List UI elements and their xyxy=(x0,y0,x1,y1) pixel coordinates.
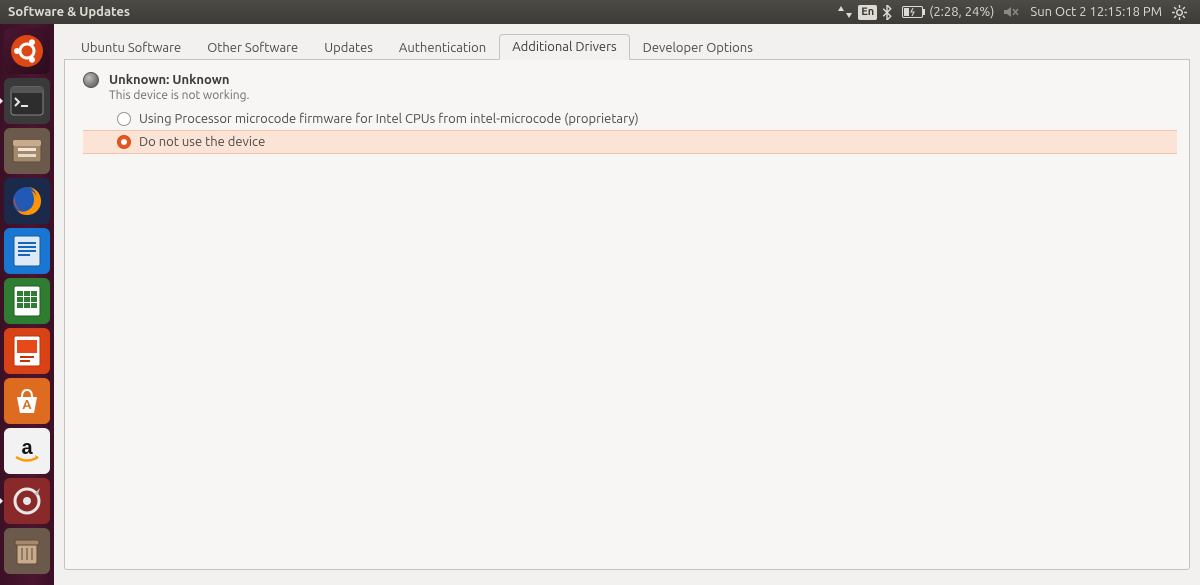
battery-text: (2:28, 24%) xyxy=(929,5,994,19)
impress-icon xyxy=(12,334,42,368)
keyboard-indicator[interactable]: En xyxy=(858,5,877,20)
launcher-software[interactable]: A xyxy=(4,378,50,424)
launcher-firefox[interactable] xyxy=(4,178,50,224)
network-indicator[interactable] xyxy=(832,5,858,19)
device-entry: Unknown: Unknown This device is not work… xyxy=(65,72,1189,160)
launcher-settings[interactable] xyxy=(4,478,50,524)
driver-option-microcode[interactable]: Using Processor microcode firmware for I… xyxy=(83,108,1177,130)
launcher-files[interactable] xyxy=(4,128,50,174)
launcher-amazon[interactable]: a xyxy=(4,428,50,474)
software-icon: A xyxy=(11,385,43,417)
network-icon xyxy=(837,5,853,19)
launcher-trash[interactable] xyxy=(4,528,50,574)
device-title: Unknown: Unknown xyxy=(109,73,229,87)
launcher-terminal[interactable] xyxy=(4,78,50,124)
svg-text:a: a xyxy=(21,437,33,459)
driver-options: Using Processor microcode firmware for I… xyxy=(83,108,1177,154)
session-indicator[interactable] xyxy=(1167,5,1192,20)
driver-option-do-not-use[interactable]: Do not use the device xyxy=(83,130,1177,154)
tab-authentication[interactable]: Authentication xyxy=(386,35,499,60)
battery-icon xyxy=(902,6,926,18)
tab-content: Unknown: Unknown This device is not work… xyxy=(64,60,1190,570)
volume-muted-icon xyxy=(1004,6,1020,18)
gear-icon xyxy=(1172,5,1187,20)
tab-bar: Ubuntu Software Other Software Updates A… xyxy=(64,32,1190,60)
cpu-icon xyxy=(83,72,99,88)
bluetooth-icon xyxy=(882,5,892,20)
battery-indicator[interactable]: (2:28, 24%) xyxy=(897,5,999,19)
ubuntu-logo-icon xyxy=(10,34,44,68)
firefox-icon xyxy=(9,183,45,219)
calc-icon xyxy=(12,284,42,318)
files-icon xyxy=(10,136,44,166)
volume-indicator[interactable] xyxy=(999,6,1025,18)
settings-icon xyxy=(10,484,44,518)
terminal-icon xyxy=(10,86,44,116)
bluetooth-indicator[interactable] xyxy=(877,5,897,20)
option-label: Using Processor microcode firmware for I… xyxy=(139,112,639,126)
device-status: This device is not working. xyxy=(109,89,1177,102)
launcher-dash[interactable] xyxy=(4,28,50,74)
window-title: Software & Updates xyxy=(8,5,130,19)
window-content: Ubuntu Software Other Software Updates A… xyxy=(54,24,1200,585)
launcher-calc[interactable] xyxy=(4,278,50,324)
keyboard-label: En xyxy=(861,5,874,20)
launcher: A a xyxy=(0,24,54,585)
tab-developer-options[interactable]: Developer Options xyxy=(630,35,766,60)
launcher-writer[interactable] xyxy=(4,228,50,274)
option-label: Do not use the device xyxy=(139,135,265,149)
datetime-text: Sun Oct 2 12:15:18 PM xyxy=(1030,5,1162,19)
tab-other-software[interactable]: Other Software xyxy=(194,35,311,60)
trash-icon xyxy=(11,534,43,568)
radio-checked xyxy=(117,135,131,149)
datetime-indicator[interactable]: Sun Oct 2 12:15:18 PM xyxy=(1025,5,1167,19)
menubar: Software & Updates En (2:28, 24%) Sun Oc… xyxy=(0,0,1200,24)
writer-icon xyxy=(12,234,42,268)
launcher-impress[interactable] xyxy=(4,328,50,374)
device-header: Unknown: Unknown xyxy=(83,72,1177,88)
svg-text:A: A xyxy=(22,398,32,412)
tab-additional-drivers[interactable]: Additional Drivers xyxy=(499,34,629,60)
tab-ubuntu-software[interactable]: Ubuntu Software xyxy=(68,35,194,60)
radio-unchecked xyxy=(117,112,131,126)
amazon-icon: a xyxy=(10,434,44,468)
tab-updates[interactable]: Updates xyxy=(311,35,386,60)
